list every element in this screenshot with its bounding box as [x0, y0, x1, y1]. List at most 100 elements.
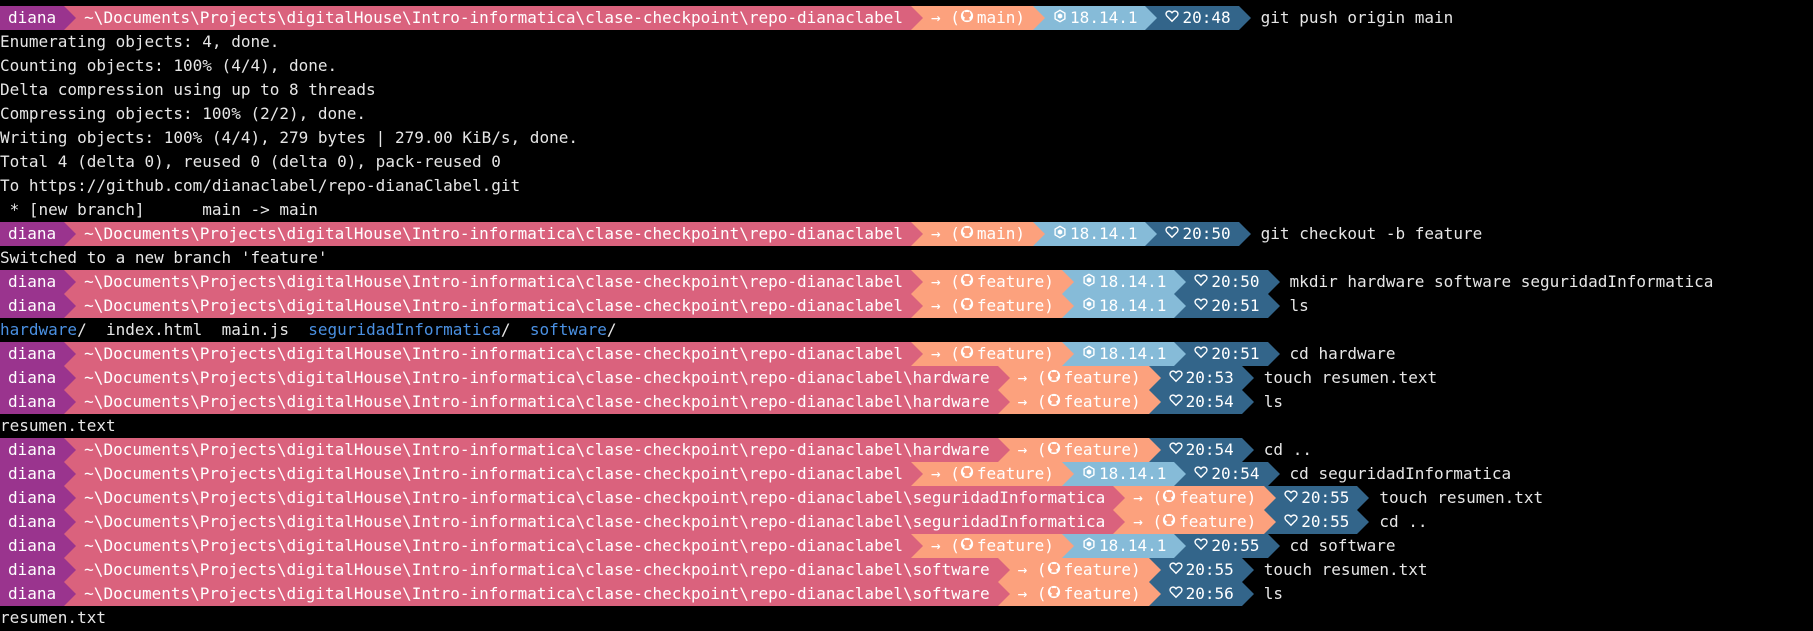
prompt-user: diana: [0, 534, 65, 558]
prompt-node-version: 18.14.1: [1073, 294, 1175, 318]
git-arrow-label: → (: [930, 224, 960, 243]
output-line: Writing objects: 100% (4/4), 279 bytes |…: [0, 126, 1813, 150]
prompt-time: 20:54: [1186, 462, 1268, 486]
prompt-time: 20:54: [1160, 438, 1242, 462]
prompt-node-version: 18.14.1: [1045, 6, 1146, 30]
time-label: 20:55: [1185, 560, 1234, 579]
prompt-git-branch: → (feature): [1125, 510, 1265, 534]
prompt-git-branch: → (feature): [922, 270, 1062, 294]
powerline-separator: [910, 222, 923, 246]
git-arrow-label: → (: [930, 296, 960, 315]
time-label: 20:50: [1211, 272, 1260, 291]
prompt-git-branch: → ( feature): [1125, 486, 1265, 510]
powerline-separator: [910, 270, 923, 294]
heart-icon: [1284, 510, 1298, 534]
command-text: git push origin main: [1260, 8, 1454, 27]
prompt-path: ~\Documents\Projects\digitalHouse\Intro-…: [76, 294, 911, 318]
prompt-line: diana ~\Documents\Projects\digitalHouse\I…: [0, 294, 1813, 318]
output-text: Total 4 (delta 0), reused 0 (delta 0), p…: [0, 152, 501, 171]
output-line: To https://github.com/dianaclabel/repo-d…: [0, 174, 1813, 198]
output-text: Compressing objects: 100% (2/2), done.: [0, 104, 367, 123]
prompt-path: ~\Documents\Projects\digitalHouse\Intro-…: [76, 390, 998, 414]
output-text: Delta compression using up to 8 threads: [0, 80, 376, 99]
prompt-git-branch: → (feature): [1009, 390, 1149, 414]
prompt-time: 20:54: [1160, 390, 1242, 414]
prompt-git-branch: → (main): [922, 222, 1034, 246]
output-text: resumen.text: [0, 416, 116, 435]
powerline-separator: [1264, 510, 1277, 534]
git-branch-label: feature): [1179, 488, 1257, 507]
prompt-user: diana: [0, 270, 65, 294]
powerline-separator: [64, 294, 77, 318]
prompt-time: 20:51: [1186, 294, 1268, 318]
command-text: cd ..: [1379, 512, 1428, 531]
command-text: touch resumen.txt: [1379, 488, 1544, 507]
node-version-label: 18.14.1: [1070, 224, 1138, 243]
powerline-separator: [64, 486, 77, 510]
prompt-time: 20:56: [1160, 582, 1242, 606]
terminal-window[interactable]: diana ~\Documents\Projects\digitalHouse\I…: [0, 0, 1813, 631]
listing-text: index.html main.js: [105, 320, 309, 339]
time-label: 20:54: [1185, 440, 1234, 459]
prompt-time: 20:50: [1186, 270, 1268, 294]
output-line: Switched to a new branch 'feature': [0, 246, 1813, 270]
github-icon: [1162, 510, 1176, 534]
heart-icon: [1284, 486, 1298, 510]
output-line: Enumerating objects: 4, done.: [0, 30, 1813, 54]
powerline-separator: [1174, 342, 1187, 366]
command-text: touch resumen.txt: [1263, 560, 1428, 579]
powerline-separator: [910, 342, 923, 366]
time-label: 20:55: [1301, 488, 1350, 507]
nodejs-icon: [1082, 294, 1096, 318]
prompt-git-branch: → (feature): [1009, 438, 1149, 462]
git-branch-label: feature): [1063, 440, 1141, 459]
powerline-separator: [997, 582, 1010, 606]
time-label: 20:48: [1182, 8, 1231, 27]
git-arrow-label: → (: [1017, 368, 1047, 387]
prompt-time: 20:55: [1160, 558, 1242, 582]
powerline-separator: [1238, 222, 1251, 246]
git-branch-label: feature): [976, 296, 1054, 315]
git-branch-label: feature): [1063, 392, 1141, 411]
directory-name: hardware: [0, 320, 78, 339]
git-branch-label: main): [976, 8, 1026, 27]
command-text: mkdir hardware software seguridadInforma…: [1289, 272, 1714, 291]
prompt-time: 20:55: [1186, 534, 1268, 558]
prompt-node-version: 18.14.1: [1045, 222, 1146, 246]
prompt-user: diana: [0, 486, 65, 510]
prompt-user: diana: [0, 294, 65, 318]
powerline-separator: [910, 534, 923, 558]
powerline-separator: [1113, 510, 1126, 534]
command-text: ls: [1263, 392, 1284, 411]
git-branch-label: feature): [1063, 560, 1141, 579]
git-arrow-label: → (: [1133, 488, 1163, 507]
prompt-path: ~\Documents\Projects\digitalHouse\Intro-…: [76, 582, 998, 606]
powerline-separator: [1357, 486, 1370, 510]
git-arrow-label: → (: [930, 8, 960, 27]
heart-icon: [1194, 462, 1209, 486]
node-version-label: 18.14.1: [1070, 8, 1138, 27]
time-label: 20:53: [1185, 368, 1234, 387]
command-text: cd software: [1289, 536, 1396, 555]
powerline-separator: [1145, 6, 1158, 30]
powerline-separator: [1148, 438, 1161, 462]
powerline-separator: [1061, 462, 1074, 486]
powerline-separator: [1113, 486, 1126, 510]
prompt-time: 20:48: [1157, 6, 1239, 30]
output-text: To https://github.com/dianaclabel/repo-d…: [0, 176, 521, 195]
git-arrow-label: → (: [930, 464, 960, 483]
nodejs-icon: [1082, 270, 1096, 294]
output-line: hardware / index.html main.js seguridadIn…: [0, 318, 1813, 342]
powerline-separator: [1061, 342, 1074, 366]
powerline-separator: [1241, 390, 1254, 414]
prompt-git-branch: → (feature): [922, 462, 1062, 486]
node-version-label: 18.14.1: [1098, 344, 1167, 363]
nodejs-icon: [1053, 222, 1067, 246]
output-line: Total 4 (delta 0), reused 0 (delta 0), p…: [0, 150, 1813, 174]
prompt-path: ~\Documents\Projects\digitalHouse\Intro-…: [76, 558, 998, 582]
prompt-git-branch: → ( feature): [1009, 558, 1149, 582]
heart-icon: [1194, 534, 1209, 558]
github-icon: [960, 534, 974, 558]
prompt-path: ~\Documents\Projects\digitalHouse\Intro-…: [76, 270, 911, 294]
git-arrow-label: → (: [1017, 560, 1047, 579]
